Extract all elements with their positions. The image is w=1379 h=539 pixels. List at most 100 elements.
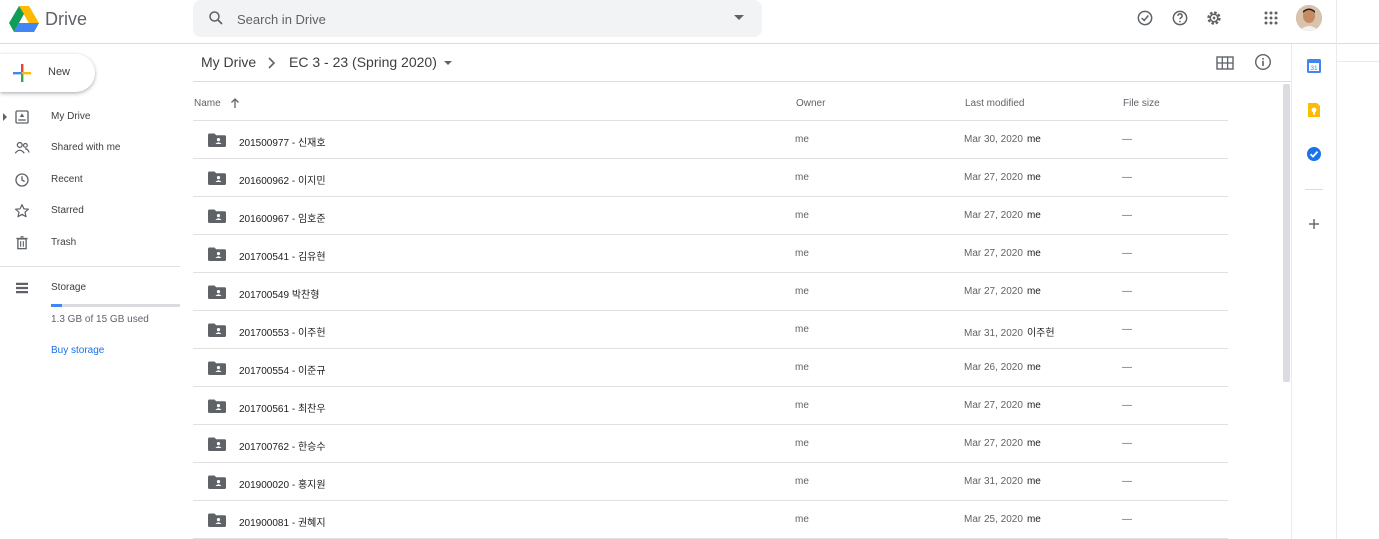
right-edge-divider-h (1337, 61, 1379, 62)
table-row[interactable]: 201700553 - 이주헌 me Mar 31, 2020 이주헌 — (193, 311, 1228, 349)
modified-by: me (1026, 210, 1041, 221)
search-icon[interactable] (207, 9, 225, 27)
shared-folder-icon (208, 513, 226, 527)
modified-by: me (1026, 476, 1041, 487)
avatar[interactable] (1296, 5, 1322, 31)
storage-icon (16, 282, 28, 294)
settings-icon[interactable] (1204, 8, 1224, 28)
modified-by: me (1026, 248, 1041, 259)
file-size: — (1122, 438, 1132, 449)
column-header-owner[interactable]: Owner (796, 98, 825, 109)
sidebar-item-recent[interactable]: Recent (0, 166, 180, 194)
file-last-modified: Mar 31, 2020 이주헌 (964, 324, 1055, 339)
breadcrumb-current[interactable]: EC 3 - 23 (Spring 2020) (289, 54, 437, 70)
calendar-icon[interactable]: 31 (1305, 57, 1323, 75)
modified-by: me (1026, 134, 1041, 145)
file-name[interactable]: 201700762 - 한승수 (239, 438, 326, 453)
sidebar-item-shared-with-me[interactable]: Shared with me (0, 134, 180, 162)
file-owner: me (795, 210, 809, 221)
file-name[interactable]: 201700561 - 최찬우 (239, 400, 326, 415)
file-size: — (1122, 172, 1132, 183)
file-last-modified: Mar 27, 2020 me (964, 172, 1041, 183)
table-row[interactable]: 201600967 - 임호준 me Mar 27, 2020 me — (193, 197, 1228, 235)
table-row[interactable]: 201900081 - 권혜지 me Mar 25, 2020 me — (193, 501, 1228, 539)
table-row[interactable]: 201700554 - 이준규 me Mar 26, 2020 me — (193, 349, 1228, 387)
new-button[interactable]: New (0, 54, 95, 92)
file-name[interactable]: 201600962 - 이지민 (239, 172, 326, 187)
column-header-file-size[interactable]: File size (1123, 98, 1160, 109)
help-icon[interactable] (1170, 8, 1190, 28)
sort-ascending-icon[interactable] (229, 97, 241, 109)
file-owner: me (795, 324, 809, 335)
table-row[interactable]: 201700561 - 최찬우 me Mar 27, 2020 me — (193, 387, 1228, 425)
file-name[interactable]: 201700554 - 이준규 (239, 362, 326, 377)
table-row[interactable]: 201600962 - 이지민 me Mar 27, 2020 me — (193, 159, 1228, 197)
folder-menu-caret-icon[interactable] (444, 61, 452, 65)
plus-icon (13, 64, 31, 82)
modified-by: me (1026, 400, 1041, 411)
sidebar-item-trash[interactable]: Trash (0, 229, 180, 257)
sidebar-item-starred[interactable]: Starred (0, 197, 180, 225)
sidebar-item-label: My Drive (51, 111, 91, 122)
storage-used-text: 1.3 GB of 15 GB used (51, 314, 149, 325)
add-addon-icon[interactable] (1305, 215, 1323, 233)
star-icon (14, 204, 30, 218)
sidebar-item-label: Recent (51, 174, 83, 185)
search-input[interactable] (237, 9, 717, 29)
tasks-icon[interactable] (1305, 145, 1323, 163)
search-bar[interactable] (193, 0, 762, 37)
modified-date: Mar 27, 2020 (964, 286, 1023, 297)
buy-storage-link[interactable]: Buy storage (51, 345, 104, 356)
file-name[interactable]: 201900020 - 홍지원 (239, 476, 326, 491)
modified-by: me (1026, 438, 1041, 449)
grid-view-icon[interactable] (1216, 55, 1234, 71)
modified-date: Mar 27, 2020 (964, 400, 1023, 411)
sidebar-item-my-drive[interactable]: My Drive (0, 103, 180, 131)
search-options-icon[interactable] (734, 15, 744, 20)
apps-grid-icon[interactable] (1261, 8, 1281, 28)
file-size: — (1122, 514, 1132, 525)
file-name[interactable]: 201500977 - 신재호 (239, 134, 326, 149)
sidebar-item-storage[interactable]: Storage (0, 274, 180, 302)
column-header-last-modified[interactable]: Last modified (965, 98, 1024, 109)
file-owner: me (795, 134, 809, 145)
file-last-modified: Mar 27, 2020 me (964, 210, 1041, 221)
file-size: — (1122, 286, 1132, 297)
modified-by: me (1026, 172, 1041, 183)
file-name[interactable]: 201600967 - 임호준 (239, 210, 326, 225)
file-name[interactable]: 201700541 - 김유현 (239, 248, 326, 263)
scrollbar-thumb[interactable] (1283, 84, 1290, 382)
info-icon[interactable] (1254, 53, 1272, 71)
breadcrumb-root[interactable]: My Drive (201, 54, 256, 70)
shared-folder-icon (208, 209, 226, 223)
top-bar: Drive (0, 0, 1379, 44)
expand-arrow-icon[interactable] (3, 113, 7, 121)
file-name[interactable]: 201900081 - 권혜지 (239, 514, 326, 529)
file-size: — (1122, 134, 1132, 145)
shared-folder-icon (208, 247, 226, 261)
table-row[interactable]: 201700541 - 김유현 me Mar 27, 2020 me — (193, 235, 1228, 273)
table-row[interactable]: 201500977 - 신재호 me Mar 30, 2020 me — (193, 121, 1228, 159)
keep-icon[interactable] (1305, 101, 1323, 119)
table-row[interactable]: 201700549 박찬형 me Mar 27, 2020 me — (193, 273, 1228, 311)
file-owner: me (795, 286, 809, 297)
table-row[interactable]: 201900020 - 홍지원 me Mar 31, 2020 me — (193, 463, 1228, 501)
file-owner: me (795, 400, 809, 411)
file-name[interactable]: 201700553 - 이주헌 (239, 324, 326, 339)
column-header-name[interactable]: Name (194, 98, 221, 109)
new-button-label: New (48, 66, 71, 78)
file-size: — (1122, 324, 1132, 335)
modified-date: Mar 26, 2020 (964, 362, 1023, 373)
file-owner: me (795, 514, 809, 525)
drive-logo-icon[interactable] (8, 5, 40, 33)
table-row[interactable]: 201700762 - 한승수 me Mar 27, 2020 me — (193, 425, 1228, 463)
file-size: — (1122, 476, 1132, 487)
file-last-modified: Mar 27, 2020 me (964, 286, 1041, 297)
right-edge-divider (1336, 0, 1337, 539)
file-owner: me (795, 438, 809, 449)
product-name[interactable]: Drive (45, 9, 87, 30)
file-name[interactable]: 201700549 박찬형 (239, 286, 319, 301)
offline-ready-icon[interactable] (1135, 8, 1155, 28)
file-size: — (1122, 400, 1132, 411)
shared-icon (14, 141, 30, 154)
